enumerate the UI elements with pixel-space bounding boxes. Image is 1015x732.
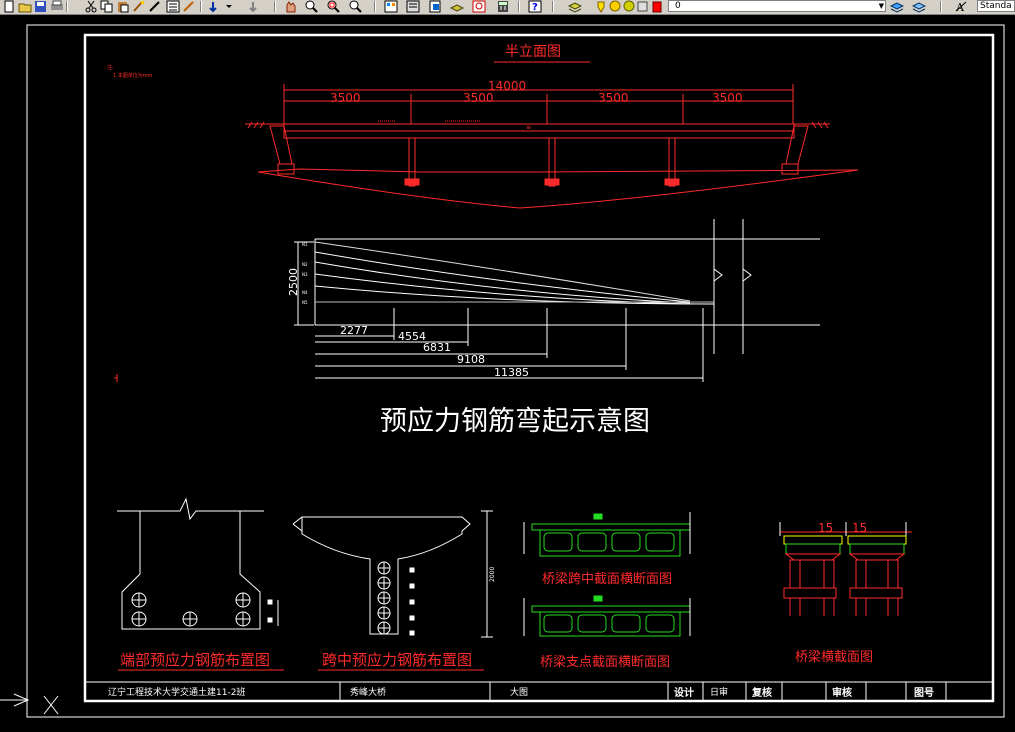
text-style-value: Standa (980, 1, 1012, 11)
layer-freeze-icon[interactable] (608, 0, 622, 13)
caption-mid-section: 桥梁跨中截面横断面图 (542, 572, 672, 587)
title-drawing-no: 图号 (914, 687, 934, 699)
caption-support-section: 桥梁支点截面横断面图 (540, 655, 670, 670)
note-heading: 注: (107, 64, 114, 71)
dim-height: 2500 (287, 268, 300, 296)
title-sheet: 大图 (510, 686, 528, 698)
caption-cross-section: 桥梁横截面图 (795, 650, 873, 665)
tendon-label-1: N1 (302, 242, 308, 247)
text-style-icon[interactable]: A (954, 0, 968, 13)
layer-dropdown[interactable]: 0 ▼ (668, 0, 886, 12)
dim-15-left: 15 (818, 521, 833, 535)
text-style-dropdown[interactable]: Standa (977, 0, 1015, 12)
layer-plot-icon[interactable] (636, 0, 650, 13)
markup-icon[interactable] (148, 0, 162, 13)
half-elevation: 半立面图 注: 1.本图单位为mm 14000 3500 3500 3500 3… (107, 44, 859, 209)
title-check: 日审 (710, 686, 728, 698)
dim-span-4: 3500 (712, 91, 743, 105)
mid-span-section (523, 512, 691, 557)
properties-icon[interactable] (166, 0, 180, 13)
markup-set-icon[interactable] (428, 0, 442, 13)
main-diagram-title: 预应力钢筋弯起示意图 (380, 406, 650, 437)
redo-icon[interactable] (246, 0, 260, 13)
layer-manager-icon[interactable] (568, 0, 582, 13)
title-project: 秀峰大桥 (350, 686, 386, 698)
design-center-icon[interactable] (182, 0, 196, 13)
mid-tendon-layout: 2000 (292, 510, 496, 638)
caption-mid-tendon: 跨中预应力钢筋布置图 (322, 651, 472, 669)
new-icon[interactable] (2, 0, 16, 13)
pan-icon[interactable] (284, 0, 298, 13)
copy-icon[interactable] (100, 0, 114, 13)
layer-on-icon[interactable] (594, 0, 608, 13)
dim-total: 14000 (488, 79, 526, 93)
tool-palettes-icon[interactable] (384, 0, 398, 13)
tendon-label-2: N2 (302, 262, 308, 267)
layer-icon[interactable] (450, 0, 464, 13)
layer-color-icon[interactable] (650, 0, 664, 13)
layer-previous-icon[interactable] (912, 0, 926, 13)
drawing-svg: 半立面图 注: 1.本图单位为mm 14000 3500 3500 3500 3… (0, 24, 1005, 718)
match-properties-icon[interactable] (132, 0, 146, 13)
cut-icon[interactable] (84, 0, 98, 13)
undo-icon[interactable] (206, 0, 220, 13)
drawing-canvas[interactable]: 半立面图 注: 1.本图单位为mm 14000 3500 3500 3500 3… (0, 14, 1015, 728)
markup-icon[interactable] (472, 0, 486, 13)
paste-icon[interactable] (116, 0, 130, 13)
dim-bend-2: 4554 (398, 330, 426, 343)
half-elevation-title: 半立面图 (505, 44, 561, 60)
title-approve: 审核 (832, 686, 852, 699)
layer-value: 0 (675, 1, 681, 11)
title-design: 设计 (674, 686, 694, 699)
standard-toolbar: ? 0 ▼ A Standa (0, 0, 1015, 15)
svg-text:?: ? (532, 2, 538, 13)
sheet-set-icon[interactable] (406, 0, 420, 13)
title-review: 复核 (751, 686, 772, 699)
zoom-previous-icon[interactable] (348, 0, 362, 13)
svg-text:≡: ≡ (526, 124, 531, 131)
open-icon[interactable] (18, 0, 32, 13)
ucs-icon (0, 693, 59, 715)
dim-bend-4: 9108 (457, 353, 485, 366)
dim-vertical: 2000 (489, 567, 496, 582)
title-school: 辽宁工程技术大学交通土建11-2班 (108, 686, 245, 698)
zoom-window-icon[interactable] (326, 0, 340, 13)
help-icon[interactable]: ? (528, 0, 542, 13)
support-section (523, 595, 691, 637)
undo-dropdown-icon[interactable] (222, 0, 236, 13)
bridge-cross-section: 15 15 (779, 521, 912, 616)
tendon-label-5: N5 (302, 300, 308, 305)
caption-end-tendon: 端部预应力钢筋布置图 (120, 651, 270, 669)
calculator-icon[interactable] (496, 0, 510, 13)
print-icon[interactable] (50, 0, 64, 13)
tendon-label-4: N4 (302, 290, 308, 295)
dim-span-2: 3500 (463, 91, 494, 105)
dim-bend-5: 11385 (494, 366, 529, 379)
tendon-label-3: N3 (302, 272, 308, 277)
dim-span-3: 3500 (598, 91, 629, 105)
chevron-down-icon[interactable]: ▼ (879, 1, 884, 12)
inner-frame (83, 33, 995, 703)
dim-15-right: 15 (852, 521, 867, 535)
dim-span-1: 3500 (330, 91, 361, 105)
dim-bend-3: 6831 (423, 341, 451, 354)
note-line: 1.本图单位为mm (113, 72, 153, 79)
tendon-bending-diagram: 2500 2277 4554 6831 9108 11385 N1 N2 N3 … (287, 219, 820, 382)
end-tendon-layout (117, 497, 279, 630)
zoom-realtime-icon[interactable] (304, 0, 318, 13)
layer-lock-icon[interactable] (622, 0, 636, 13)
layer-state-icon[interactable] (890, 0, 904, 13)
dim-bend-1: 2277 (340, 324, 368, 337)
save-icon[interactable] (34, 0, 48, 13)
